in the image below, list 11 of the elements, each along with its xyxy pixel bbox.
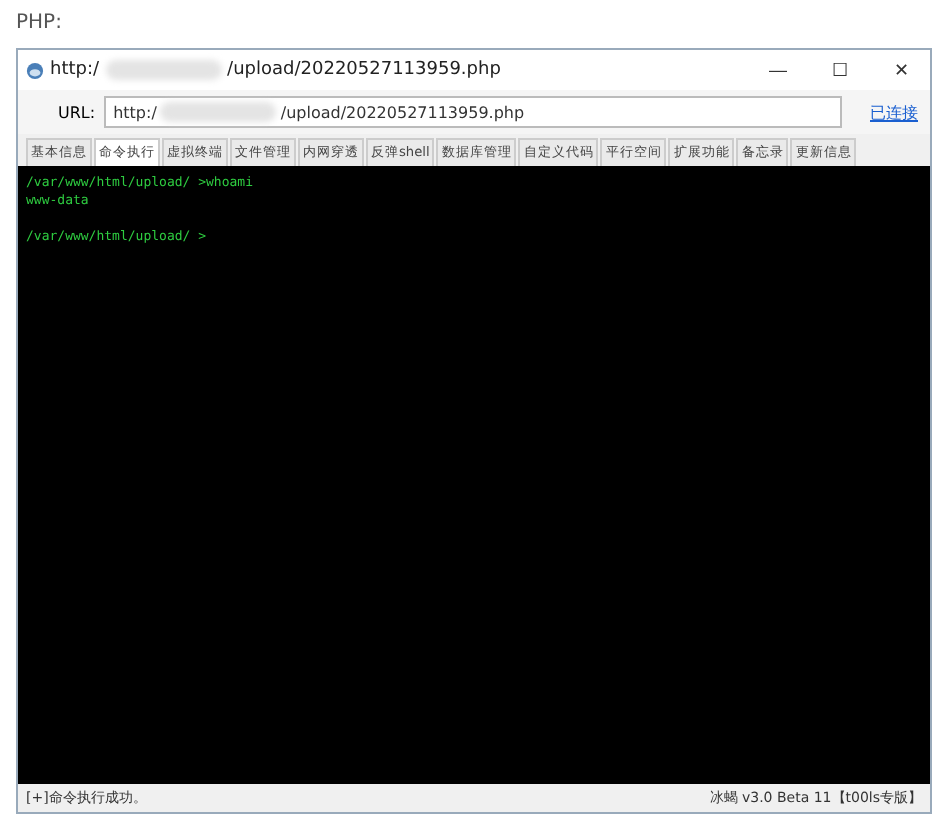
window-control[interactable]: —: [750, 50, 806, 90]
window-title: /upload/20220527113959.php: [227, 60, 501, 80]
section-heading: PHP:: [16, 12, 64, 36]
window-control[interactable]: ✕: [874, 50, 930, 90]
connection-status: 已连接: [870, 101, 918, 123]
window-title: http:/: [50, 60, 100, 80]
url-label: URL:: [58, 103, 96, 121]
app-icon: [26, 61, 44, 79]
redaction-blur: [105, 60, 222, 80]
url-field[interactable]: http:/ /upload/20220527113959.php: [103, 96, 842, 128]
window-control[interactable]: ☐: [812, 50, 868, 90]
